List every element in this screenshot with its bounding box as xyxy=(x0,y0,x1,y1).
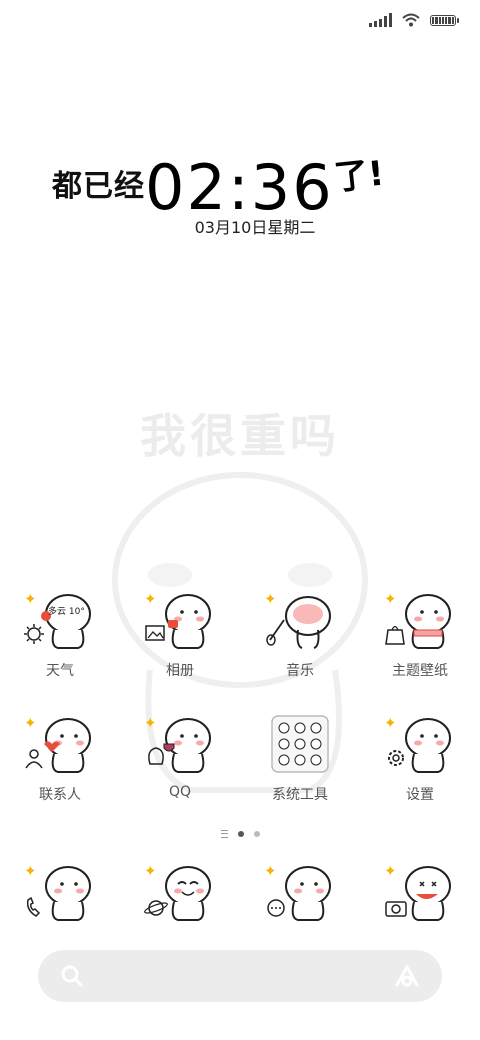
app-contacts[interactable]: ✦ 联系人 xyxy=(0,714,120,804)
dock-messages[interactable]: ✦ xyxy=(240,862,360,922)
app-settings[interactable]: ✦ 设置 xyxy=(360,714,480,804)
app-label: 设置 xyxy=(406,787,434,803)
battery-icon xyxy=(430,14,459,26)
qq-icon: ✦ xyxy=(144,714,216,774)
clock-prefix: 都已经 xyxy=(52,169,145,204)
clock-date: 03月10日星期二 xyxy=(194,218,316,237)
app-gallery[interactable]: ✦ 相册 xyxy=(120,590,240,680)
browser-icon: ✦ xyxy=(144,862,216,922)
weather-icon: ✦ 多云 10° xyxy=(24,590,96,650)
app-music[interactable]: ✦ 音乐 xyxy=(240,590,360,680)
app-qq[interactable]: ✦ QQ xyxy=(120,714,240,804)
app-row-2: ✦ 联系人 ✦ QQ 系统工具 ✦ 设置 xyxy=(0,714,480,804)
page-list-icon[interactable] xyxy=(220,830,228,838)
settings-icon: ✦ xyxy=(384,714,456,774)
app-label: QQ xyxy=(168,784,192,800)
gallery-icon: ✦ xyxy=(144,590,216,650)
dock-browser[interactable]: ✦ xyxy=(120,862,240,922)
app-weather[interactable]: ✦ 多云 10° 天气 xyxy=(0,590,120,680)
messages-icon: ✦ xyxy=(264,862,336,922)
app-label: 联系人 xyxy=(39,787,81,803)
music-icon: ✦ xyxy=(264,590,336,650)
page-indicator[interactable] xyxy=(0,830,480,838)
system-tools-folder-icon xyxy=(264,714,336,774)
app-label: 天气 xyxy=(46,663,74,679)
dock: ✦ ✦ ✦ ✦ xyxy=(0,862,480,922)
search-bar[interactable] xyxy=(38,950,442,1002)
app-label: 系统工具 xyxy=(272,787,328,803)
wifi-icon xyxy=(402,13,420,27)
signal-icon xyxy=(369,13,392,27)
app-label: 相册 xyxy=(166,663,194,679)
themes-icon: ✦ xyxy=(384,590,456,650)
clock-suffix: 了! xyxy=(332,153,386,199)
search-icon[interactable] xyxy=(60,964,84,988)
page-dot[interactable] xyxy=(253,831,260,837)
phone-icon: ✦ xyxy=(24,862,96,922)
weather-widget-text: 多云 10° xyxy=(48,607,85,617)
camera-icon: ✦ xyxy=(384,862,456,922)
status-bar xyxy=(369,10,459,30)
dock-camera[interactable]: ✦ xyxy=(360,862,480,922)
contacts-icon: ✦ xyxy=(24,714,96,774)
wallpaper-watermark-text: 我很重吗 xyxy=(140,409,340,463)
app-label: 主题壁纸 xyxy=(392,663,448,679)
clock-widget[interactable]: 都已经 02:36 了! xyxy=(52,148,386,224)
app-system-tools-folder[interactable]: 系统工具 xyxy=(240,714,360,804)
dock-phone[interactable]: ✦ xyxy=(0,862,120,922)
clock-time: 02:36 xyxy=(145,151,334,224)
app-row-1: ✦ 多云 10° 天气 ✦ 相册 ✦ 音乐 ✦ 主题壁纸 xyxy=(0,590,480,680)
app-themes[interactable]: ✦ 主题壁纸 xyxy=(360,590,480,680)
app-label: 音乐 xyxy=(286,663,314,679)
page-dot-active[interactable] xyxy=(237,831,244,837)
assistant-icon[interactable] xyxy=(394,964,420,988)
